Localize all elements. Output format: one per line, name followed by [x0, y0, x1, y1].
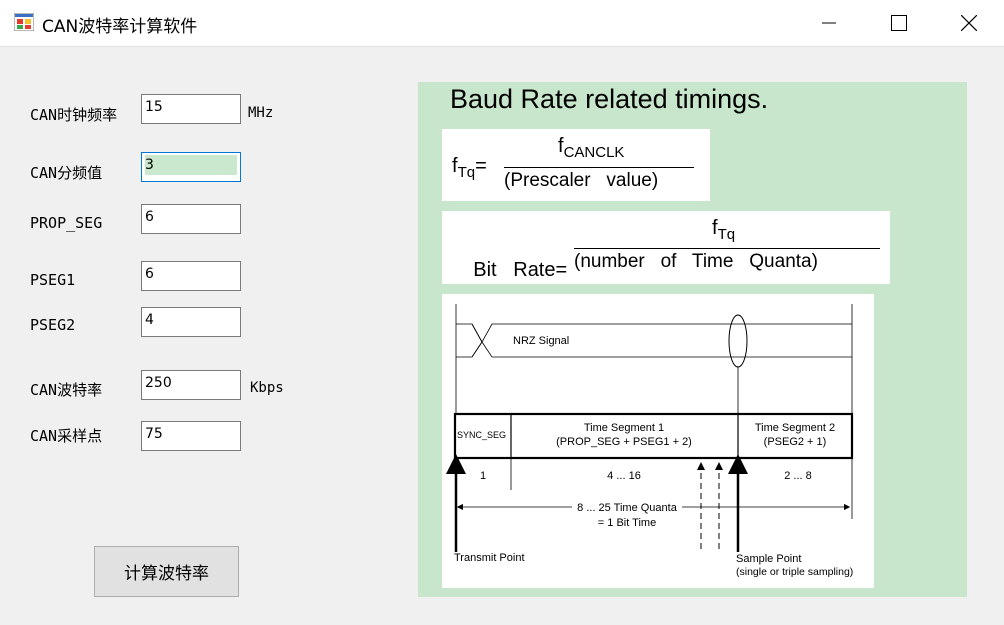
- clock-label: CAN时钟频率: [30, 106, 118, 124]
- sample-point-label: Sample Point: [736, 553, 801, 565]
- formula-bitrate-numerator: fTq: [712, 217, 736, 243]
- baud-unit: Kbps: [250, 380, 284, 396]
- sample-point-note: (single or triple sampling): [736, 566, 853, 578]
- prescaler-label: CAN分频值: [30, 164, 103, 182]
- formula-tq-lhs: fTq=: [452, 155, 487, 181]
- app-icon: [14, 13, 34, 31]
- quanta-line2: = 1 Bit Time: [598, 517, 656, 529]
- formula-bitrate: Bit Rate= fTq (number of Time Quanta): [442, 211, 890, 284]
- pseg1-label: PSEG1: [30, 271, 76, 289]
- transmit-point-label: Transmit Point: [454, 552, 525, 564]
- seg1-formula: (PROP_SEG + PSEG1 + 2): [556, 436, 692, 448]
- seg2-count: 2 ... 8: [784, 470, 812, 482]
- formula-tq-numerator: fCANCLK: [558, 135, 625, 161]
- calculate-button[interactable]: 计算波特率: [94, 546, 239, 597]
- sync-seg-label: SYNC_SEG: [457, 430, 506, 440]
- panel-heading: Baud Rate related timings.: [450, 84, 769, 114]
- title-bar: CAN波特率计算软件: [0, 0, 1004, 47]
- prop-seg-label: PROP_SEG: [30, 214, 103, 232]
- seg1-title: Time Segment 1: [584, 422, 664, 434]
- prescaler-value: 3: [145, 155, 237, 175]
- clock-input[interactable]: 15: [141, 94, 241, 124]
- close-icon: [961, 15, 977, 31]
- maximize-icon: [891, 15, 907, 31]
- formula-tq-denominator: (Prescaler value): [504, 170, 659, 191]
- window-title: CAN波特率计算软件: [42, 17, 198, 37]
- pseg1-input[interactable]: 6: [141, 261, 241, 291]
- clock-unit: MHz: [248, 105, 274, 121]
- prescaler-input[interactable]: 3: [141, 152, 241, 182]
- sync-count: 1: [480, 470, 486, 482]
- pseg2-label: PSEG2: [30, 316, 76, 334]
- nrz-label: NRZ Signal: [513, 335, 569, 347]
- formula-tq: fTq= fCANCLK (Prescaler value): [442, 129, 710, 201]
- minimize-button[interactable]: [794, 0, 864, 46]
- maximize-button[interactable]: [864, 0, 934, 46]
- fraction-bar: [574, 248, 880, 249]
- baud-label: CAN波特率: [30, 381, 103, 399]
- baud-output[interactable]: 250: [141, 370, 241, 400]
- seg1-count: 4 ... 16: [607, 470, 641, 482]
- prop-seg-input[interactable]: 6: [141, 204, 241, 234]
- minimize-icon: [822, 22, 836, 24]
- timing-diagram: NRZ Signal SYNC_SEG Time Segment 1 (PROP…: [442, 294, 874, 588]
- pseg2-input[interactable]: 4: [141, 307, 241, 337]
- sample-output[interactable]: 75: [141, 421, 241, 451]
- quanta-line1: 8 ... 25 Time Quanta: [577, 502, 678, 514]
- formula-bitrate-denominator: (number of Time Quanta): [574, 251, 818, 272]
- sample-label: CAN采样点: [30, 427, 103, 445]
- seg2-formula: (PSEG2 + 1): [764, 436, 827, 448]
- fraction-bar: [504, 167, 694, 168]
- close-button[interactable]: [934, 0, 1004, 46]
- seg2-title: Time Segment 2: [755, 422, 835, 434]
- timing-diagram-svg: NRZ Signal SYNC_SEG Time Segment 1 (PROP…: [446, 304, 853, 578]
